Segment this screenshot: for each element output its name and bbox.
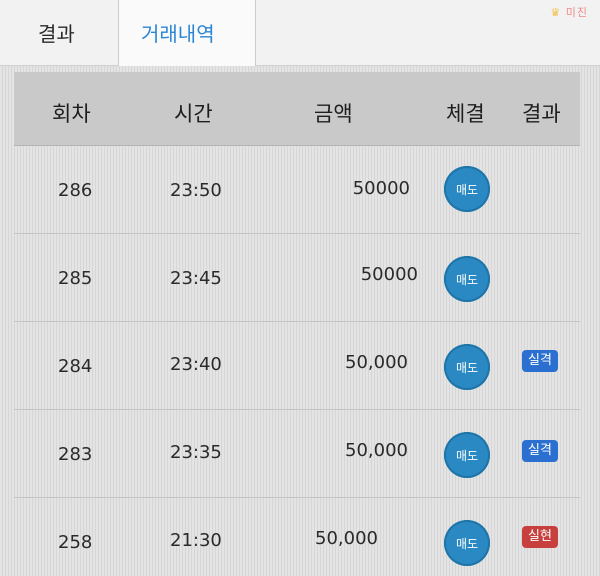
sell-button[interactable]: 매도 [444,256,490,302]
table-row: 284 23:40 50,000 매도 실격 [14,322,580,410]
crown-icon: ♛ [550,6,562,19]
tab-bar: 결과 거래내역 ♛ 미진 [0,0,600,66]
cell-amount: 50000 [352,178,410,199]
cell-round: 284 [58,356,93,377]
sell-button[interactable]: 매도 [444,432,490,478]
sell-button[interactable]: 매도 [444,166,490,212]
result-badge: 실현 [522,526,558,548]
cell-round: 285 [58,268,93,289]
screen: 결과 거래내역 ♛ 미진 회차 시간 금액 체결 결과 286 23:50 50… [0,0,600,576]
result-badge: 실격 [522,440,558,462]
table-row: 285 23:45 50000 매도 [14,234,580,322]
cell-round: 286 [58,180,93,201]
cell-time: 23:45 [170,268,222,289]
cell-amount: 50000 [360,264,418,285]
watermark-text: 미진 [565,6,588,19]
tab-trade-history[interactable]: 거래내역 [118,0,256,66]
table-row: 258 21:30 50,000 매도 실현 [14,498,580,576]
header-round: 회차 [52,102,91,126]
watermark: ♛ 미진 [550,4,588,20]
sell-button[interactable]: 매도 [444,520,490,566]
cell-round: 258 [58,532,93,553]
sell-button[interactable]: 매도 [444,344,490,390]
table-row: 286 23:50 50000 매도 [14,146,580,234]
header-execution: 체결 [446,102,485,126]
cell-amount: 50,000 [345,352,408,373]
header-time: 시간 [174,102,213,126]
trade-history-table: 회차 시간 금액 체결 결과 286 23:50 50000 매도 285 23… [14,72,580,576]
table-row: 283 23:35 50,000 매도 실격 [14,410,580,498]
cell-time: 23:50 [170,180,222,201]
header-amount: 금액 [314,102,353,126]
header-result: 결과 [522,102,561,126]
cell-amount: 50,000 [315,528,378,549]
cell-round: 283 [58,444,93,465]
cell-time: 23:35 [170,442,222,463]
cell-amount: 50,000 [345,440,408,461]
cell-time: 23:40 [170,354,222,375]
result-badge: 실격 [522,350,558,372]
tab-result[interactable]: 결과 [38,18,75,47]
table-header: 회차 시간 금액 체결 결과 [14,72,580,146]
cell-time: 21:30 [170,530,222,551]
